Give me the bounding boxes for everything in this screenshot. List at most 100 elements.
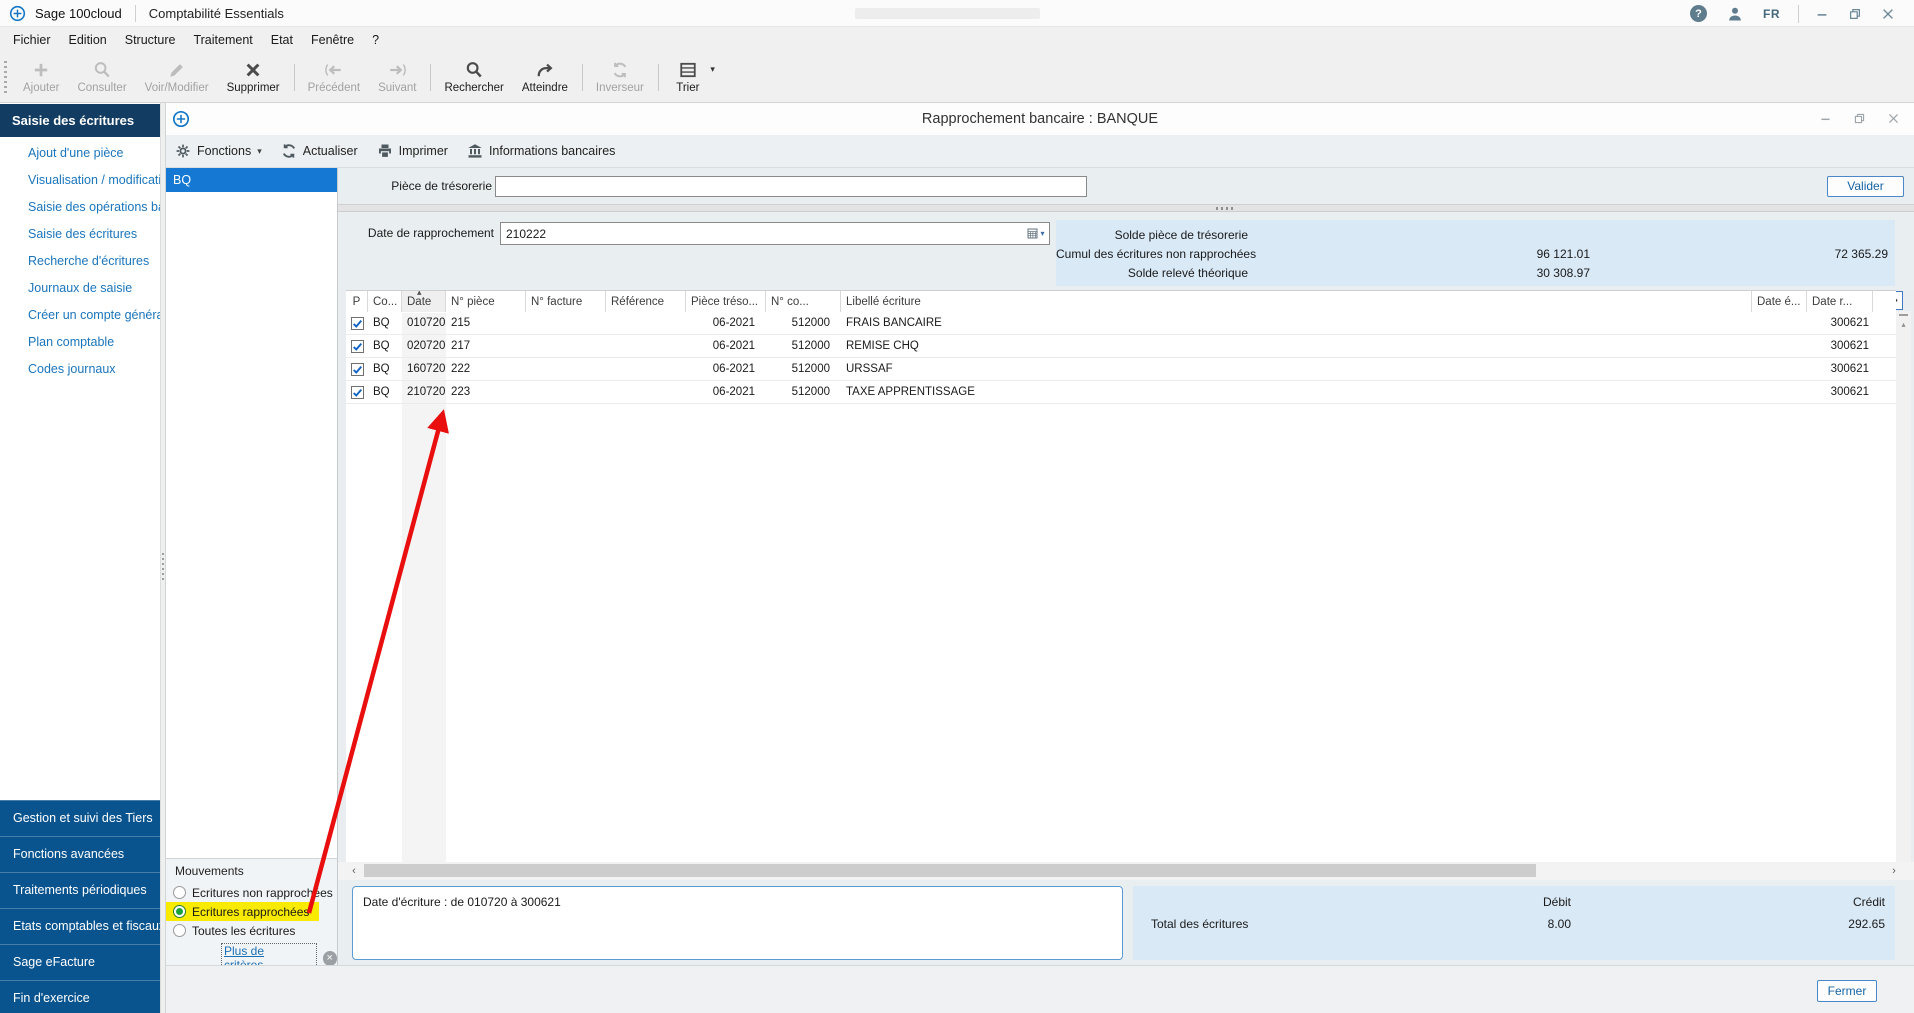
table-header: PCo...DateN° pièceN° factureRéférencePiè… <box>346 291 1896 312</box>
menu-item[interactable]: Edition <box>60 27 116 53</box>
sidebar-bottom-sections: Gestion et suivi des Tiers Fonctions avan… <box>0 800 160 1013</box>
calendar-dropdown-button[interactable] <box>1022 223 1049 244</box>
fermer-button[interactable]: Fermer <box>1817 980 1877 1002</box>
toolbar-button[interactable]: Trier ▾ <box>663 57 715 98</box>
column-header[interactable]: Date r... <box>1807 291 1873 312</box>
toolbar-button[interactable]: Supprimer ▾ <box>218 57 295 98</box>
toolbar-button[interactable]: Inverseur ▾ <box>587 57 659 98</box>
window-toolbar-button[interactable]: Fonctions ▾ <box>175 143 262 159</box>
column-header[interactable]: Pièce tréso... <box>686 291 766 312</box>
sidebar-item[interactable]: Saisie des opérations ban... <box>0 194 160 221</box>
restore-icon[interactable] <box>1848 7 1862 21</box>
window-toolbar-icon <box>175 143 191 159</box>
sage-logo-icon <box>9 5 26 22</box>
menu-item[interactable]: Etat <box>262 27 302 53</box>
radio-icon[interactable] <box>173 886 186 899</box>
table-row[interactable]: BQ 010720 215 06-2021 512000 FRAIS BANCA… <box>346 312 1896 335</box>
column-header[interactable]: N° co... <box>766 291 841 312</box>
menu-item[interactable]: Fenêtre <box>302 27 363 53</box>
toolbar-button[interactable]: Voir/Modifier ▾ <box>136 57 218 98</box>
sidebar-section-button[interactable]: Etats comptables et fiscaux <box>0 908 160 944</box>
column-header[interactable]: N° pièce <box>446 291 526 312</box>
window-toolbar-button[interactable]: Actualiser ▾ <box>281 143 358 159</box>
help-icon[interactable] <box>1690 5 1707 22</box>
window-toolbar-icon <box>377 143 393 159</box>
clear-criteria-icon[interactable] <box>322 950 337 966</box>
menu-item[interactable]: Fichier <box>4 27 60 53</box>
scroll-left-icon[interactable] <box>347 862 361 880</box>
language-indicator[interactable]: FR <box>1763 7 1780 21</box>
column-header[interactable]: Libellé écriture <box>841 291 1752 312</box>
row-checkbox[interactable] <box>350 385 364 399</box>
row-checkbox[interactable] <box>350 316 364 330</box>
table-row[interactable]: BQ 020720 217 06-2021 512000 REMISE CHQ … <box>346 335 1896 358</box>
sidebar-items: Ajout d'une pièce Visualisation / modific… <box>0 140 160 383</box>
menu-item[interactable]: Structure <box>116 27 185 53</box>
piece-tresorerie-input[interactable] <box>495 176 1087 197</box>
window-toolbar-icon <box>281 143 297 159</box>
menu-item[interactable]: Traitement <box>184 27 261 53</box>
row-checkbox[interactable] <box>350 362 364 376</box>
table-row[interactable]: BQ 160720 222 06-2021 512000 URSSAF 3006… <box>346 358 1896 381</box>
sidebar-item[interactable]: Visualisation / modificati... <box>0 167 160 194</box>
sidebar-section-button[interactable]: Fonctions avancées <box>0 836 160 872</box>
toolbar-grip[interactable] <box>4 61 7 94</box>
toolbar-button-icon <box>536 61 554 79</box>
sidebar-section-button[interactable]: Sage eFacture <box>0 944 160 980</box>
toolbar-button[interactable]: Précédent ▾ <box>299 57 369 98</box>
sidebar-section-button[interactable]: Gestion et suivi des Tiers <box>0 800 160 836</box>
summary-label: Cumul des écritures non rapprochées <box>1056 246 1257 261</box>
sidebar-item[interactable]: Plan comptable <box>0 329 160 356</box>
toolbar-button[interactable]: Atteindre ▾ <box>513 57 583 98</box>
column-header[interactable]: Date é... <box>1752 291 1807 312</box>
user-icon[interactable] <box>1727 6 1743 22</box>
horizontal-splitter[interactable] <box>338 204 1914 212</box>
date-rapprochement-row: Date de rapprochement Solde pièce de tré… <box>338 212 1914 290</box>
journal-list-item[interactable]: BQ <box>166 168 337 192</box>
column-header[interactable]: Date <box>402 291 446 312</box>
mouvements-radio-option[interactable]: Toutes les écritures <box>166 921 319 940</box>
sidebar-item[interactable]: Codes journaux <box>0 356 160 383</box>
chevron-down-icon: ▾ <box>257 145 262 156</box>
toolbar-button[interactable]: Suivant ▾ <box>369 57 432 98</box>
column-header[interactable]: Co... <box>368 291 402 312</box>
window-restore-icon[interactable] <box>1853 112 1866 125</box>
sidebar-section-button[interactable]: Fin d'exercice <box>0 980 160 1013</box>
toolbar-button[interactable]: Consulter ▾ <box>68 57 135 98</box>
toolbar-button[interactable]: Ajouter ▾ <box>14 57 68 98</box>
sidebar-item[interactable]: Journaux de saisie <box>0 275 160 302</box>
mouvements-label: Mouvements <box>175 864 244 878</box>
sidebar-item[interactable]: Saisie des écritures <box>0 221 160 248</box>
vertical-scrollbar[interactable] <box>1896 311 1911 862</box>
close-icon[interactable] <box>1881 7 1895 21</box>
column-header[interactable]: Référence <box>606 291 686 312</box>
column-header[interactable]: P <box>346 291 368 312</box>
scrollbar-thumb[interactable] <box>364 864 1536 877</box>
sidebar-item[interactable]: Ajout d'une pièce <box>0 140 160 167</box>
table-row[interactable]: BQ 210720 223 06-2021 512000 TAXE APPREN… <box>346 381 1896 404</box>
mouvements-radio-option[interactable]: Ecritures non rapprochées <box>166 883 333 902</box>
radio-icon[interactable] <box>173 905 186 918</box>
valider-button[interactable]: Valider <box>1827 176 1904 197</box>
toolbar-button-icon <box>244 61 262 79</box>
column-header[interactable]: N° facture <box>526 291 606 312</box>
horizontal-scrollbar[interactable] <box>338 862 1914 880</box>
toolbar-button[interactable]: Rechercher ▾ <box>435 57 512 98</box>
window-minimize-icon[interactable] <box>1819 112 1832 125</box>
scrollbar-split-handle[interactable] <box>1899 314 1908 316</box>
summary-row: Cumul des écritures non rapprochées 96 1… <box>1056 244 1895 263</box>
window-toolbar-button[interactable]: Informations bancaires ▾ <box>467 143 615 159</box>
minimize-icon[interactable] <box>1815 7 1829 21</box>
window-toolbar-button[interactable]: Imprimer ▾ <box>377 143 448 159</box>
summary-value: 72 365.29 <box>1834 246 1888 261</box>
window-close-icon[interactable] <box>1887 112 1900 125</box>
radio-icon[interactable] <box>173 924 186 937</box>
sidebar-item[interactable]: Recherche d'écritures <box>0 248 160 275</box>
date-rapprochement-input[interactable] <box>500 222 1050 245</box>
menu-item[interactable]: ? <box>363 27 388 53</box>
row-checkbox[interactable] <box>350 339 364 353</box>
sidebar-section-button[interactable]: Traitements périodiques <box>0 872 160 908</box>
sidebar-item[interactable]: Créer un compte général <box>0 302 160 329</box>
mouvements-radio-option[interactable]: Ecritures rapprochées <box>166 902 319 921</box>
scroll-right-icon[interactable] <box>1887 862 1901 880</box>
